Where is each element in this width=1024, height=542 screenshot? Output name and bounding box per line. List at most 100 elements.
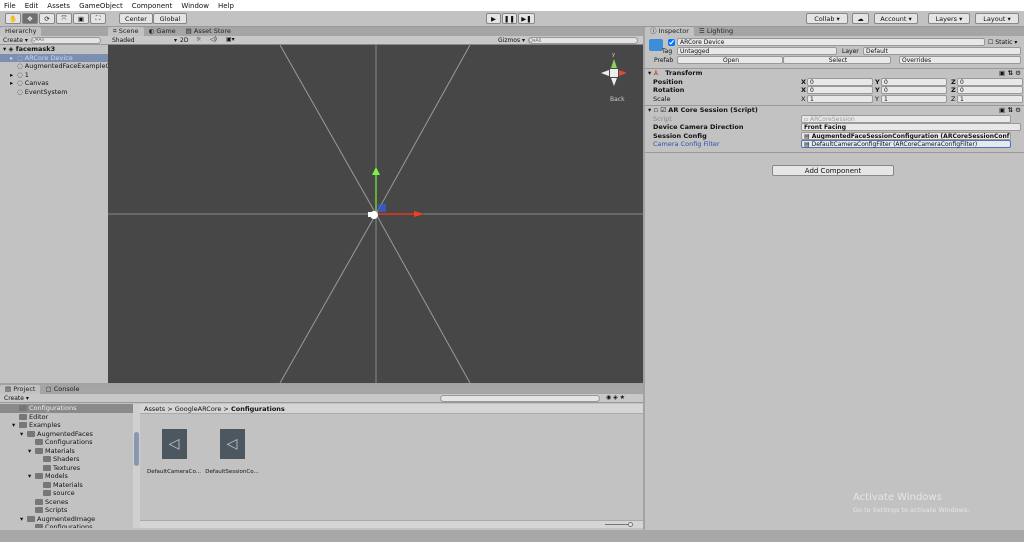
- tab-project[interactable]: ▤ Project: [0, 385, 41, 394]
- expand-arrow-icon[interactable]: ▾: [12, 421, 19, 430]
- shading-dropdown[interactable]: Shaded ▾: [112, 37, 177, 44]
- x-field[interactable]: 0: [807, 77, 873, 86]
- folder-item[interactable]: Configurations: [0, 523, 133, 528]
- pivot-global-button[interactable]: Global: [153, 13, 187, 24]
- account-button[interactable]: Account ▾: [874, 13, 918, 24]
- menu-gameobject[interactable]: GameObject: [79, 2, 123, 10]
- step-button[interactable]: ▶❚: [518, 13, 535, 24]
- audio-toggle-icon[interactable]: ◁): [210, 36, 217, 43]
- tab-inspector[interactable]: ⓘ Inspector: [645, 27, 694, 36]
- folder-item[interactable]: ▾ AugmentedFaces: [0, 430, 133, 439]
- transform-tool-icon[interactable]: ⛶: [90, 13, 106, 24]
- device-camera-direction-dropdown[interactable]: Front Facing: [801, 123, 1021, 131]
- folder-item[interactable]: Shaders: [0, 455, 133, 464]
- prefab-select-button[interactable]: Select: [783, 56, 891, 64]
- x-field[interactable]: 0: [807, 86, 873, 94]
- hierarchy-item[interactable]: ▸ ◌ ARCore Device: [0, 53, 108, 63]
- pivot-center-button[interactable]: Center: [119, 13, 153, 24]
- menu-edit[interactable]: Edit: [25, 2, 39, 10]
- tab-console[interactable]: ▢ Console: [40, 385, 84, 394]
- object-name-field[interactable]: ARCore Device: [677, 38, 985, 46]
- asset-item[interactable]: ◁ DefaultSessionCo...: [203, 429, 261, 475]
- layers-dropdown[interactable]: Layers ▾: [928, 13, 970, 24]
- expand-arrow-icon[interactable]: ▸: [10, 71, 17, 80]
- breadcrumb-googlearcore[interactable]: GoogleARCore: [175, 405, 222, 413]
- active-checkbox[interactable]: [668, 39, 675, 46]
- play-button[interactable]: ▶: [486, 13, 501, 24]
- transform-header[interactable]: ▾ ⅄ Transform ▣ ⇅ ⚙: [645, 69, 1024, 78]
- scene-search-input[interactable]: [528, 37, 638, 44]
- menu-help[interactable]: Help: [218, 2, 234, 10]
- folder-item[interactable]: Configurations: [0, 404, 133, 413]
- effects-dropdown-icon[interactable]: ▣▾: [226, 36, 235, 43]
- scene-viewport[interactable]: y Back: [108, 45, 643, 383]
- y-field[interactable]: 0: [881, 77, 947, 86]
- create-button[interactable]: Create ▾: [3, 37, 28, 44]
- gizmos-dropdown[interactable]: Gizmos ▾: [498, 37, 525, 44]
- pause-button[interactable]: ❚❚: [502, 13, 517, 24]
- breadcrumb-configurations[interactable]: Configurations: [231, 405, 285, 413]
- breadcrumb-assets[interactable]: Assets: [144, 405, 165, 413]
- expand-arrow-icon[interactable]: ▾: [28, 472, 35, 481]
- folder-item[interactable]: Textures: [0, 464, 133, 473]
- hierarchy-item[interactable]: ◌ AugmentedFaceExampleCo: [0, 62, 114, 71]
- y-field[interactable]: 1: [881, 94, 947, 103]
- menu-file[interactable]: File: [4, 2, 16, 10]
- session-header[interactable]: ▾ ▫ ☑ AR Core Session (Script) ▣ ⇅ ⚙: [645, 106, 1024, 115]
- layout-dropdown[interactable]: Layout ▾: [975, 13, 1019, 24]
- tab-game[interactable]: ◐ Game: [144, 27, 181, 36]
- menu-assets[interactable]: Assets: [47, 2, 70, 10]
- expand-arrow-icon[interactable]: ▸: [10, 54, 17, 63]
- expand-arrow-icon[interactable]: ▸: [10, 79, 17, 88]
- hierarchy-item[interactable]: ◌ EventSystem: [0, 88, 108, 97]
- folder-item[interactable]: Scenes: [0, 498, 133, 507]
- folder-item[interactable]: Editor: [0, 413, 133, 422]
- hand-tool-icon[interactable]: ✋: [5, 13, 21, 24]
- tab-scene[interactable]: ⌗ Scene: [108, 27, 144, 36]
- z-field[interactable]: 0: [957, 77, 1023, 86]
- component-settings-icon[interactable]: ▣ ⇅ ⚙: [999, 69, 1021, 78]
- filter-icons[interactable]: ◉ ◈ ★: [606, 394, 625, 401]
- hierarchy-search-input[interactable]: [30, 36, 101, 44]
- folder-item[interactable]: ▾ Models: [0, 472, 133, 481]
- rotate-tool-icon[interactable]: ⟳: [39, 13, 55, 24]
- z-field[interactable]: 0: [957, 86, 1023, 94]
- lighting-toggle-icon[interactable]: ☼: [196, 36, 201, 43]
- session-config-field[interactable]: ▤ AugmentedFaceSessionConfiguration (ARC…: [801, 131, 1011, 140]
- menu-window[interactable]: Window: [181, 2, 209, 10]
- prefab-overrides-dropdown[interactable]: Overrides: [899, 56, 1021, 64]
- y-field[interactable]: 0: [881, 86, 947, 94]
- asset-item[interactable]: ◁ DefaultCameraCo...: [145, 429, 203, 475]
- 2d-toggle[interactable]: 2D: [180, 37, 188, 44]
- hierarchy-item[interactable]: ▸ ◌ Canvas: [0, 79, 108, 88]
- component-settings-icon[interactable]: ▣ ⇅ ⚙: [999, 106, 1021, 115]
- move-tool-icon[interactable]: ✥: [22, 13, 38, 24]
- expand-arrow-icon[interactable]: ▾: [20, 430, 27, 439]
- expand-arrow-icon[interactable]: ▾: [20, 515, 27, 524]
- expand-arrow-icon[interactable]: ▾: [28, 447, 35, 456]
- tab-lighting[interactable]: ☰ Lighting: [694, 27, 738, 36]
- menu-component[interactable]: Component: [132, 2, 173, 10]
- project-create-button[interactable]: Create ▾: [4, 395, 29, 402]
- tree-scrollbar[interactable]: [133, 404, 140, 528]
- folder-item[interactable]: ▾ AugmentedImage: [0, 515, 133, 524]
- folder-item[interactable]: Configurations: [0, 438, 133, 447]
- scale-tool-icon[interactable]: ⤧: [56, 13, 72, 24]
- cloud-icon[interactable]: ☁: [852, 13, 869, 24]
- tab-hierarchy[interactable]: Hierarchy: [0, 27, 42, 36]
- project-search-input[interactable]: [440, 395, 600, 402]
- hierarchy-item[interactable]: ▸ ◌ 1: [0, 71, 108, 80]
- prefab-open-button[interactable]: Open: [677, 56, 783, 64]
- folder-item[interactable]: source: [0, 489, 133, 498]
- folder-item[interactable]: ▾ Materials: [0, 447, 133, 456]
- static-checkbox[interactable]: ☐ Static ▾: [988, 39, 1017, 46]
- z-field[interactable]: 1: [957, 94, 1023, 103]
- tag-dropdown[interactable]: Untagged: [677, 47, 837, 55]
- x-field[interactable]: 1: [807, 94, 873, 103]
- folder-item[interactable]: ▾ Examples: [0, 421, 133, 430]
- camera-config-filter-field[interactable]: ▤ DefaultCameraConfigFilter (ARCoreCamer…: [801, 140, 1011, 148]
- folder-item[interactable]: Materials: [0, 481, 133, 490]
- folder-item[interactable]: Scripts: [0, 506, 133, 515]
- add-component-button[interactable]: Add Component: [772, 165, 894, 176]
- collab-button[interactable]: Collab ▾: [806, 13, 848, 24]
